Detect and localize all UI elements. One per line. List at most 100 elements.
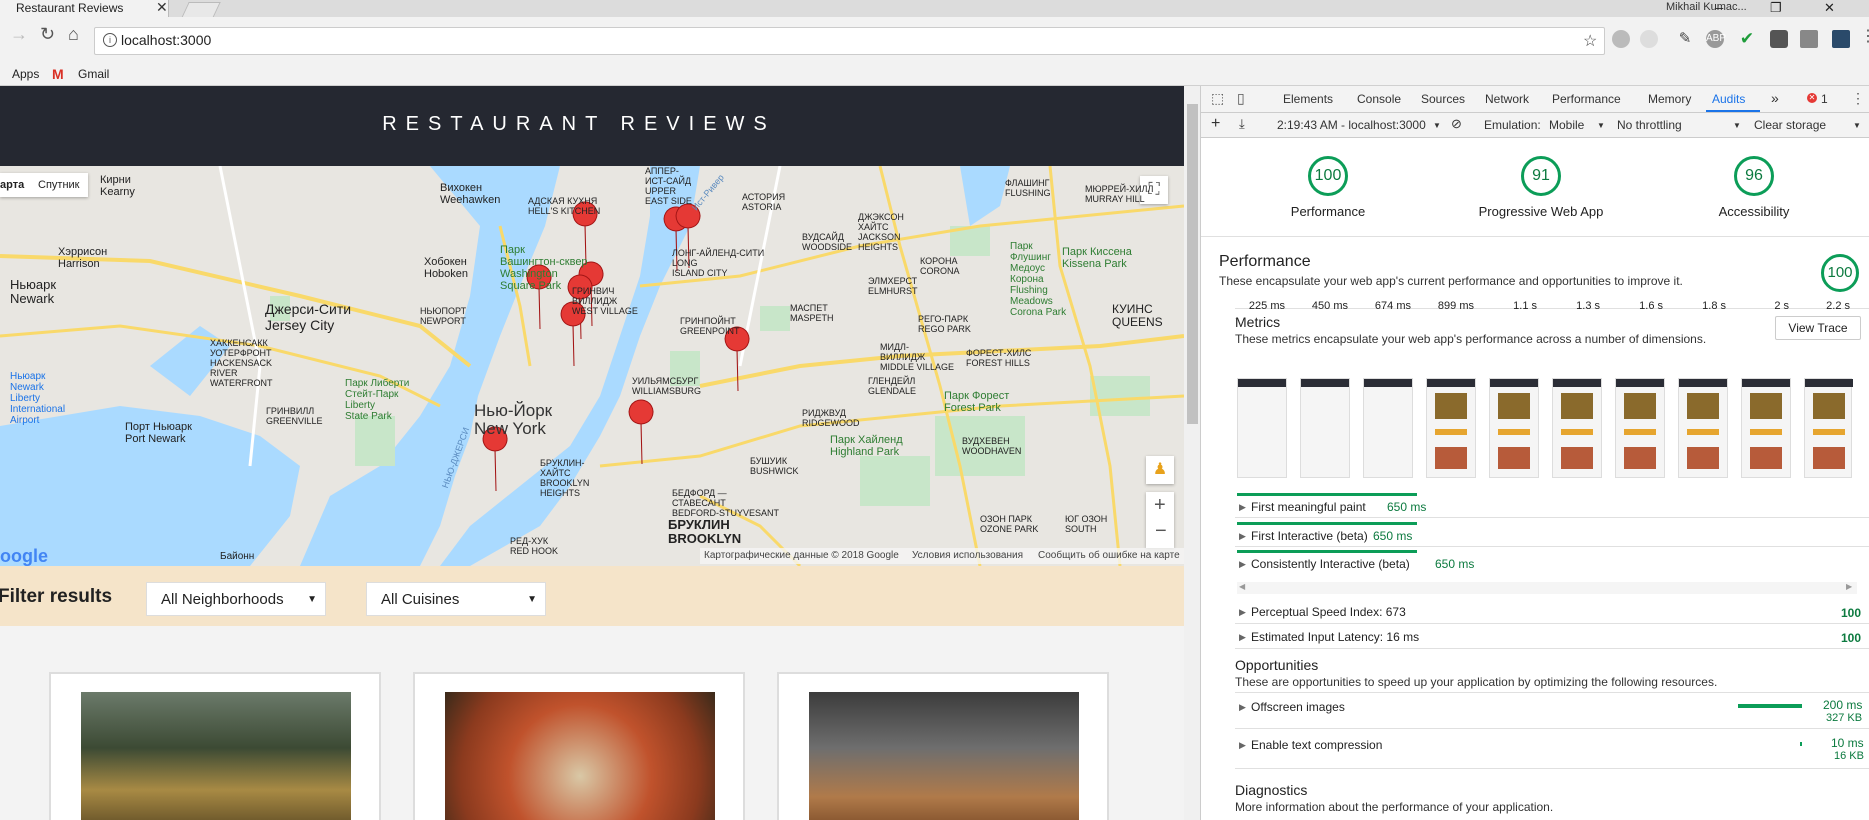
metric-first-interactive[interactable]: First Interactive (beta) — [1251, 529, 1368, 543]
expand-triangle-icon[interactable]: ▶ — [1239, 502, 1246, 513]
devtools-menu-icon[interactable]: ⋮ — [1851, 90, 1865, 107]
tab-network[interactable]: Network — [1485, 92, 1529, 106]
map-report-link[interactable]: Сообщить об ошибке на карте — [1038, 550, 1180, 561]
metric-speed-index[interactable]: Perceptual Speed Index: 673 — [1251, 605, 1406, 619]
bookmark-star-icon[interactable]: ☆ — [1583, 31, 1597, 51]
extension-globe-icon[interactable] — [1612, 30, 1630, 48]
device-toolbar-icon[interactable]: ▯ — [1237, 90, 1245, 107]
score-label-performance: Performance — [1290, 204, 1366, 219]
view-trace-button[interactable]: View Trace — [1775, 316, 1861, 340]
audit-report-select[interactable]: 2:19:43 AM - localhost:3000 — [1277, 118, 1426, 132]
inspect-icon[interactable]: ⬚ — [1211, 90, 1224, 107]
expand-triangle-icon[interactable]: ▶ — [1239, 531, 1246, 542]
new-audit-icon[interactable]: + — [1211, 115, 1220, 133]
more-tabs-icon[interactable]: » — [1771, 90, 1779, 106]
clear-icon[interactable]: ⊘ — [1451, 116, 1462, 132]
expand-triangle-icon[interactable]: ▶ — [1239, 607, 1246, 618]
zoom-out-icon[interactable]: − — [1155, 520, 1167, 543]
chevron-down-icon: ▼ — [1433, 121, 1441, 130]
tab-audits[interactable]: Audits — [1712, 92, 1745, 106]
metrics-desc: These metrics encapsulate your web app's… — [1235, 332, 1707, 346]
chrome-menu-icon[interactable]: ⋮ — [1860, 26, 1869, 46]
tab-memory[interactable]: Memory — [1648, 92, 1691, 106]
home-icon[interactable]: ⌂ — [68, 24, 79, 45]
expand-triangle-icon[interactable]: ▶ — [1239, 740, 1246, 751]
profile-name[interactable]: Mikhail Kumac... — [1666, 1, 1747, 13]
checkmark-icon[interactable]: ✔ — [1738, 30, 1756, 48]
metrics-hscrollbar[interactable]: ◀ ▶ — [1237, 582, 1857, 594]
street-view-pegman-icon[interactable]: ♟ — [1146, 456, 1174, 484]
timeline-label: 674 ms — [1374, 300, 1411, 312]
tab-sources[interactable]: Sources — [1421, 92, 1465, 106]
throttling-select[interactable]: No throttling — [1617, 118, 1682, 132]
cuisines-select[interactable]: All Cuisines ▼ — [366, 582, 546, 616]
bookmark-apps[interactable]: Apps — [12, 67, 39, 81]
restaurant-card[interactable] — [777, 672, 1109, 820]
expand-triangle-icon[interactable]: ▶ — [1239, 559, 1246, 570]
tab-elements[interactable]: Elements — [1283, 92, 1333, 106]
tab-console[interactable]: Console — [1357, 92, 1401, 106]
score-gauge-pwa[interactable]: 91 — [1521, 156, 1561, 196]
devtools-tabbar: ⬚ ▯ Elements Console Sources Network Per… — [1201, 86, 1869, 113]
restaurant-card[interactable] — [413, 672, 745, 820]
new-tab-button[interactable] — [181, 2, 221, 18]
google-logo[interactable]: oogle — [0, 546, 48, 566]
info-icon[interactable]: i — [103, 33, 117, 47]
restaurant-image[interactable] — [809, 692, 1079, 820]
tab-close-icon[interactable]: ✕ — [156, 0, 168, 16]
score-gauge-accessibility[interactable]: 96 — [1734, 156, 1774, 196]
map-label-astoria: АСТОРИЯ ASTORIA — [742, 192, 786, 212]
bookmark-gmail[interactable]: Gmail — [78, 67, 109, 81]
clear-storage-select[interactable]: Clear storage — [1754, 118, 1826, 132]
browser-tab[interactable]: Restaurant Reviews ✕ — [0, 0, 169, 17]
download-icon[interactable]: ⤓ — [1239, 116, 1245, 132]
map-type-map[interactable]: арта — [0, 179, 24, 191]
minimize-icon[interactable]: – — [1716, 0, 1723, 15]
restaurant-image[interactable] — [81, 692, 351, 820]
filmstrip-frame — [1237, 378, 1287, 478]
metric-first-meaningful-paint[interactable]: First meaningful paint — [1251, 500, 1366, 514]
map-terms-link[interactable]: Условия использования — [912, 550, 1023, 561]
expand-triangle-icon[interactable]: ▶ — [1239, 632, 1246, 643]
map-type-satellite[interactable]: Спутник — [38, 179, 79, 191]
eyedropper-icon[interactable]: ✎ — [1676, 30, 1694, 48]
scroll-right-icon[interactable]: ▶ — [1846, 582, 1852, 591]
back-icon[interactable]: → — [10, 24, 28, 45]
reload-icon[interactable]: ↻ — [40, 24, 55, 45]
map-label-brooklyn-heights: БРУКЛИН- ХАЙТС BROOKLYN HEIGHTS — [540, 458, 590, 498]
opportunities-desc: These are opportunities to speed up your… — [1235, 675, 1718, 689]
page-scrollbar-thumb[interactable] — [1187, 104, 1198, 424]
opportunity-text-compression[interactable]: Enable text compression — [1251, 738, 1382, 752]
map-label-newark-airport: Ньюарк Newark Liberty International Airp… — [10, 371, 66, 426]
zoom-in-icon[interactable]: + — [1154, 494, 1166, 517]
pocket-icon[interactable] — [1770, 30, 1788, 48]
close-window-icon[interactable]: ✕ — [1824, 0, 1835, 16]
score-gauge-performance[interactable]: 100 — [1308, 156, 1348, 196]
address-bar[interactable]: i localhost:3000 ☆ — [94, 27, 1605, 55]
extension-dark-icon[interactable] — [1832, 30, 1850, 48]
extension-screen-icon[interactable] — [1800, 30, 1818, 48]
neighborhoods-select[interactable]: All Neighborhoods ▼ — [146, 582, 326, 616]
error-count[interactable]: 1 — [1821, 92, 1828, 106]
opportunity-offscreen-images[interactable]: Offscreen images — [1251, 700, 1345, 714]
site-title[interactable]: RESTAURANT REVIEWS — [0, 113, 1158, 136]
map-label-washington-square: Парк Вашингтон-сквер Washington Square P… — [500, 244, 588, 292]
emulation-select[interactable]: Mobile — [1549, 118, 1584, 132]
maximize-icon[interactable]: ❐ — [1770, 0, 1782, 16]
map-label-woodside: ВУДСАЙД WOODSIDE — [802, 232, 853, 252]
restaurant-card[interactable] — [49, 672, 381, 820]
scroll-left-icon[interactable]: ◀ — [1239, 582, 1245, 591]
extension-icon[interactable] — [1640, 30, 1658, 48]
metric-input-latency[interactable]: Estimated Input Latency: 16 ms — [1251, 630, 1419, 644]
metric-bar — [1237, 522, 1417, 525]
timeline-label: 1.6 s — [1639, 300, 1663, 312]
restaurant-image[interactable] — [445, 692, 715, 820]
expand-triangle-icon[interactable]: ▶ — [1239, 702, 1246, 713]
map-label-upper-east: АППЕР- ИСТ-САЙД UPPER EAST SIDE — [645, 166, 692, 206]
tab-performance[interactable]: Performance — [1552, 92, 1621, 106]
performance-heading: Performance — [1219, 253, 1311, 270]
metric-consistently-interactive[interactable]: Consistently Interactive (beta) — [1251, 557, 1410, 571]
adblock-icon[interactable]: ABP — [1706, 30, 1726, 48]
map[interactable]: арта Спутник ⛶ ♟ + − oogle Картографичес… — [0, 166, 1184, 566]
error-icon[interactable]: ✕ — [1807, 93, 1817, 103]
